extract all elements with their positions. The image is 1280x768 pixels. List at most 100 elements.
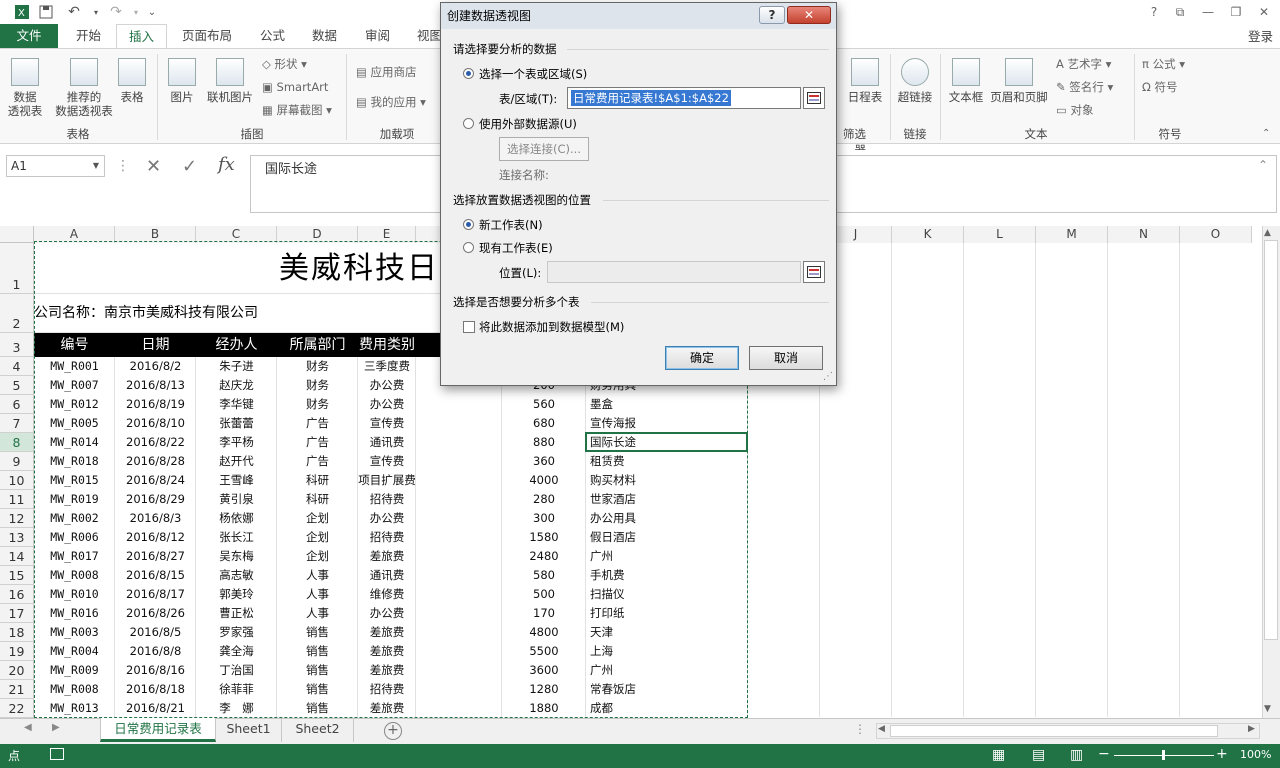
table-cell[interactable]: 假日酒店: [586, 528, 748, 547]
radio-external-source-label[interactable]: 使用外部数据源(U): [479, 116, 577, 132]
table-cell[interactable]: 广告: [277, 452, 358, 471]
row-header[interactable]: 1: [0, 243, 34, 294]
radio-new-worksheet[interactable]: [463, 219, 474, 230]
close-window-icon[interactable]: ✕: [1250, 2, 1278, 22]
table-cell[interactable]: 2016/8/29: [115, 490, 196, 509]
table-cell[interactable]: 通讯费: [358, 566, 416, 585]
table-cell[interactable]: 王雪峰: [196, 471, 277, 490]
radio-select-range[interactable]: [463, 68, 474, 79]
symbol-button[interactable]: Ω 符号: [1142, 79, 1177, 95]
expand-formula-bar-icon[interactable]: ⌃: [1258, 158, 1268, 172]
table-cell[interactable]: 人事: [277, 585, 358, 604]
column-header[interactable]: A: [34, 226, 115, 243]
table-cell[interactable]: 广告: [277, 414, 358, 433]
row-header[interactable]: 22: [0, 699, 34, 718]
table-cell[interactable]: 2480: [502, 547, 586, 566]
table-cell[interactable]: 销售: [277, 623, 358, 642]
table-cell[interactable]: 360: [502, 452, 586, 471]
row-header[interactable]: 9: [0, 452, 34, 471]
row-header[interactable]: 4: [0, 357, 34, 376]
pictures-button[interactable]: 图片: [164, 58, 200, 104]
table-cell[interactable]: 丁治国: [196, 661, 277, 680]
table-cell[interactable]: MW_R017: [34, 547, 115, 566]
add-to-data-model-checkbox[interactable]: [463, 321, 475, 333]
table-cell[interactable]: 企划: [277, 528, 358, 547]
table-cell[interactable]: 2016/8/5: [115, 623, 196, 642]
table-cell[interactable]: 龚全海: [196, 642, 277, 661]
table-cell[interactable]: 维修费: [358, 585, 416, 604]
table-cell[interactable]: 差旅费: [358, 699, 416, 718]
table-cell[interactable]: 差旅费: [358, 623, 416, 642]
table-cell[interactable]: 5500: [502, 642, 586, 661]
table-cell[interactable]: 2016/8/2: [115, 357, 196, 376]
column-header[interactable]: B: [115, 226, 196, 243]
table-cell[interactable]: 办公费: [358, 395, 416, 414]
sheet-scroll-left-icon[interactable]: ◀: [24, 722, 32, 733]
online-pictures-button[interactable]: 联机图片: [204, 58, 256, 104]
table-cell[interactable]: 租赁费: [586, 452, 748, 471]
zoom-slider-thumb[interactable]: [1162, 750, 1165, 760]
minimize-icon[interactable]: —: [1194, 2, 1222, 22]
customize-quick-access-icon[interactable]: ⌄: [142, 2, 162, 22]
table-cell[interactable]: 上海: [586, 642, 748, 661]
table-cell[interactable]: 财务: [277, 376, 358, 395]
table-cell[interactable]: 1580: [502, 528, 586, 547]
row-header[interactable]: 13: [0, 528, 34, 547]
collapse-ribbon-icon[interactable]: ⌃: [1262, 128, 1270, 139]
sheet-tab-sheet1[interactable]: Sheet1: [216, 718, 282, 742]
row-header[interactable]: 5: [0, 376, 34, 395]
recommended-pivottables-button[interactable]: 推荐的 数据透视表: [54, 58, 114, 118]
table-cell[interactable]: 2016/8/17: [115, 585, 196, 604]
table-cell[interactable]: 吴东梅: [196, 547, 277, 566]
page-layout-view-icon[interactable]: ▤: [1032, 747, 1045, 763]
table-cell[interactable]: 2016/8/21: [115, 699, 196, 718]
table-cell[interactable]: 扫描仪: [586, 585, 748, 604]
table-cell[interactable]: 高志敏: [196, 566, 277, 585]
column-header[interactable]: C: [196, 226, 277, 243]
table-cell[interactable]: 差旅费: [358, 642, 416, 661]
save-icon[interactable]: [36, 2, 56, 22]
tab-file[interactable]: 文件: [0, 24, 58, 48]
row-header[interactable]: 10: [0, 471, 34, 490]
table-cell[interactable]: 2016/8/12: [115, 528, 196, 547]
table-cell[interactable]: 500: [502, 585, 586, 604]
row-header[interactable]: 2: [0, 294, 34, 333]
table-cell[interactable]: 300: [502, 509, 586, 528]
row-header[interactable]: 17: [0, 604, 34, 623]
table-cell[interactable]: MW_R008: [34, 680, 115, 699]
table-cell[interactable]: MW_R004: [34, 642, 115, 661]
zoom-level[interactable]: 100%: [1240, 748, 1271, 761]
row-header[interactable]: 3: [0, 333, 34, 357]
range-input[interactable]: 日常费用记录表!$A$1:$A$22: [567, 87, 801, 109]
vertical-scroll-thumb[interactable]: [1264, 240, 1278, 640]
table-cell[interactable]: 广州: [586, 661, 748, 680]
row-header[interactable]: 6: [0, 395, 34, 414]
row-header[interactable]: 19: [0, 642, 34, 661]
table-cell[interactable]: 购买材料: [586, 471, 748, 490]
table-cell[interactable]: 2016/8/16: [115, 661, 196, 680]
table-cell[interactable]: 李华键: [196, 395, 277, 414]
table-cell[interactable]: 广告: [277, 433, 358, 452]
tab-review[interactable]: 审阅: [353, 24, 402, 48]
table-cell[interactable]: 560: [502, 395, 586, 414]
horizontal-scroll-thumb[interactable]: [890, 725, 1218, 737]
table-cell[interactable]: 徐菲菲: [196, 680, 277, 699]
table-cell[interactable]: 2016/8/15: [115, 566, 196, 585]
table-cell[interactable]: 罗家强: [196, 623, 277, 642]
table-cell[interactable]: 成都: [586, 699, 748, 718]
table-cell[interactable]: 企划: [277, 509, 358, 528]
table-cell[interactable]: MW_R008: [34, 566, 115, 585]
radio-external-source[interactable]: [463, 118, 474, 129]
table-cell[interactable]: MW_R010: [34, 585, 115, 604]
table-cell[interactable]: 销售: [277, 699, 358, 718]
table-cell[interactable]: 2016/8/24: [115, 471, 196, 490]
ribbon-display-icon[interactable]: ⧉: [1166, 2, 1194, 22]
table-cell[interactable]: 打印纸: [586, 604, 748, 623]
add-sheet-icon[interactable]: +: [384, 722, 402, 740]
table-cell[interactable]: MW_R015: [34, 471, 115, 490]
table-cell[interactable]: 国际长途: [586, 433, 748, 452]
table-cell[interactable]: 企划: [277, 547, 358, 566]
cancel-button[interactable]: 取消: [749, 346, 823, 370]
table-cell[interactable]: 680: [502, 414, 586, 433]
table-cell[interactable]: 招待费: [358, 680, 416, 699]
